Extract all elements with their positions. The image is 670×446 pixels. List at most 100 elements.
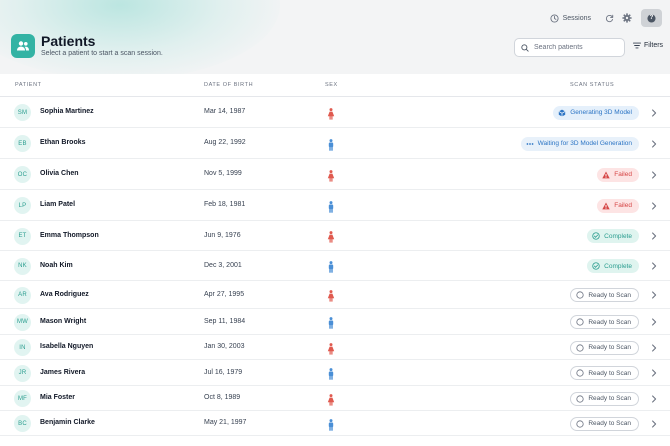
sex-indicator: [327, 367, 335, 380]
table-row[interactable]: IN Isabella Nguyen Jan 30, 2003 Ready to Sc…: [0, 335, 670, 360]
table-row[interactable]: NK Noah Kim Dec 3, 2001 Complete: [0, 251, 670, 281]
status-label: Generating 3D Model: [570, 109, 632, 116]
avatar: MF: [14, 390, 31, 407]
date-of-birth: Feb 18, 1981: [204, 201, 246, 208]
sex-indicator: [327, 230, 335, 243]
avatar: MW: [14, 313, 31, 331]
table-row[interactable]: BC Benjamin Clarke May 21, 1997 Ready to Sc…: [0, 411, 670, 436]
users-icon: [17, 41, 29, 51]
table-row[interactable]: LP Liam Patel Feb 18, 1981 Failed: [0, 190, 670, 221]
table-row[interactable]: MW Mason Wright Sep 11, 1984 Ready to Scan: [0, 309, 670, 335]
chevron-right-icon[interactable]: [651, 201, 657, 210]
sex-indicator: [327, 316, 335, 329]
refresh-button[interactable]: [601, 10, 617, 26]
chevron-right-icon[interactable]: [651, 343, 657, 352]
column-header-scan-status: SCAN STATUS: [570, 82, 615, 88]
top-actions: Sessions ?: [550, 9, 662, 27]
refresh-icon: [605, 14, 613, 22]
table-row[interactable]: MF Mia Foster Oct 8, 1989 Ready to Scan: [0, 386, 670, 411]
male-icon: [328, 368, 334, 380]
avatar: OC: [14, 166, 31, 183]
status-label: Waiting for 3D Model Generation: [537, 140, 632, 147]
status-label: Complete: [604, 232, 632, 240]
chevron-right-icon[interactable]: [651, 232, 657, 240]
circle-icon: [576, 291, 584, 299]
male-icon: [328, 317, 334, 329]
status-badge: Ready to Scan: [570, 288, 639, 302]
sex-indicator: [327, 169, 335, 182]
search-box[interactable]: [514, 38, 625, 57]
patient-name: James Rivera: [40, 368, 86, 376]
help-button[interactable]: ?: [641, 9, 662, 27]
chevron-right-icon[interactable]: [651, 139, 657, 148]
table-row[interactable]: ET Emma Thompson Jun 9, 1976 Complete: [0, 221, 670, 251]
warning-icon: [602, 170, 610, 178]
chevron-right-icon[interactable]: [651, 369, 657, 377]
status-badge: Generating 3D Model: [553, 105, 639, 120]
patient-name: Mia Foster: [40, 394, 76, 401]
chevron-right-icon[interactable]: [651, 170, 657, 179]
status-label: Ready to Scan: [588, 344, 631, 351]
circle-icon: [576, 343, 584, 352]
patient-name: Mason Wright: [40, 317, 87, 325]
avatar: AR: [14, 286, 31, 304]
page-title: Patients: [41, 33, 96, 49]
sex-indicator: [327, 418, 335, 431]
clock-icon: [550, 13, 559, 23]
patient-name: Liam Patel: [40, 201, 76, 208]
female-icon: [327, 393, 335, 406]
avatar: BC: [14, 415, 31, 432]
sessions-label: Sessions: [562, 14, 591, 22]
female-icon: [327, 169, 335, 182]
help-label: ?: [649, 15, 654, 21]
search-input[interactable]: [534, 44, 622, 51]
male-icon: [328, 418, 334, 431]
table-row[interactable]: JR James Rivera Jul 16, 1979 Ready to Scan: [0, 360, 670, 386]
patient-name: Isabella Nguyen: [40, 343, 94, 350]
date-of-birth: Apr 27, 1995: [204, 290, 245, 298]
status-badge: Ready to Scan: [570, 416, 639, 431]
status-label: Complete: [604, 262, 632, 270]
sex-indicator: [327, 107, 335, 120]
chevron-right-icon[interactable]: [651, 419, 657, 428]
female-icon: [327, 290, 335, 302]
date-of-birth: Oct 8, 1989: [204, 394, 241, 401]
filters-button[interactable]: Filters: [633, 42, 663, 49]
status-label: Ready to Scan: [588, 318, 631, 326]
status-badge: Failed: [597, 167, 639, 182]
patient-name: Olivia Chen: [40, 170, 79, 177]
status-badge: Waiting for 3D Model Generation: [520, 136, 639, 151]
chevron-right-icon[interactable]: [651, 262, 657, 270]
chevron-right-icon[interactable]: [651, 108, 657, 117]
patient-name: Sophia Martinez: [40, 108, 94, 115]
patient-name: Ava Rodriguez: [40, 290, 89, 298]
sessions-button[interactable]: Sessions: [550, 13, 591, 23]
chevron-right-icon[interactable]: [651, 394, 657, 403]
patient-name: Emma Thompson: [40, 231, 99, 239]
chevron-right-icon[interactable]: [651, 291, 657, 299]
status-label: Failed: [614, 171, 632, 178]
table-row[interactable]: SM Sophia Martinez Mar 14, 1987 Generating …: [0, 97, 670, 128]
male-icon: [328, 261, 334, 273]
date-of-birth: Aug 22, 1992: [204, 139, 246, 146]
circle-icon: [576, 419, 584, 428]
table-row[interactable]: AR Ava Rodriguez Apr 27, 1995 Ready to Scan: [0, 281, 670, 309]
chevron-right-icon[interactable]: [651, 318, 657, 326]
patients-app-icon: [11, 34, 35, 58]
table-row[interactable]: EB Ethan Brooks Aug 22, 1992 Waiting for 3D…: [0, 128, 670, 159]
sex-indicator: [327, 260, 335, 273]
male-icon: [328, 200, 334, 213]
settings-button[interactable]: [619, 10, 635, 26]
gear-icon: [622, 13, 632, 23]
cube-icon: [558, 109, 566, 117]
date-of-birth: Dec 3, 2001: [204, 261, 242, 269]
check-circle-icon: [592, 262, 600, 270]
avatar: JR: [14, 364, 31, 382]
table-row[interactable]: OC Olivia Chen Nov 5, 1999 Failed: [0, 159, 670, 190]
avatar: IN: [14, 339, 31, 356]
status-label: Ready to Scan: [588, 291, 631, 299]
date-of-birth: Jun 9, 1976: [204, 231, 241, 239]
circle-icon: [576, 318, 584, 326]
status-badge: Complete: [587, 229, 639, 243]
avatar: SM: [14, 104, 31, 121]
